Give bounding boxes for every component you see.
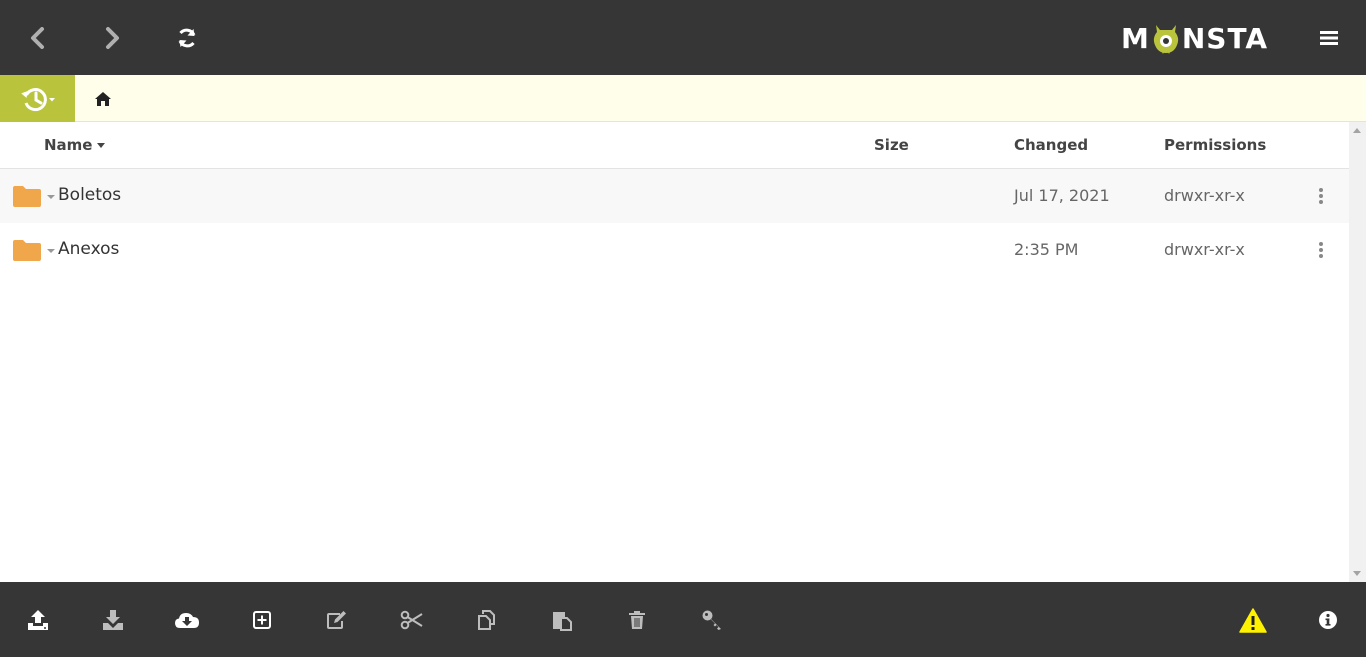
home-icon — [95, 92, 111, 106]
monsta-logo: M NSTA — [1121, 20, 1268, 56]
file-changed: Jul 17, 2021 — [1014, 186, 1110, 205]
chevron-right-icon — [106, 27, 119, 49]
refresh-icon — [178, 28, 196, 48]
scroll-up-arrow-icon[interactable] — [1353, 128, 1361, 133]
bottom-toolbar — [0, 582, 1366, 657]
folder-icon — [13, 186, 41, 207]
new-item-button[interactable] — [248, 606, 276, 634]
table-row[interactable]: Boletos Jul 17, 2021 drwxr-xr-x — [0, 169, 1349, 223]
kebab-dot — [1319, 194, 1323, 198]
folder-icon — [13, 240, 41, 261]
cut-icon — [400, 610, 423, 630]
paste-button[interactable] — [548, 606, 576, 634]
file-name[interactable]: Boletos — [58, 185, 121, 205]
column-header-name[interactable]: Name — [44, 136, 106, 154]
cloud-download-button[interactable] — [173, 606, 201, 634]
edit-icon — [327, 611, 346, 629]
copy-icon — [478, 610, 495, 630]
edit-button[interactable] — [323, 606, 351, 634]
column-header-changed[interactable]: Changed — [1014, 136, 1088, 154]
download-button[interactable] — [99, 606, 127, 634]
history-button[interactable] — [0, 75, 75, 122]
column-header-changed-label: Changed — [1014, 136, 1089, 154]
top-bar: M NSTA — [0, 0, 1366, 75]
expand-caret-icon[interactable] — [47, 249, 55, 253]
column-header-permissions-label: Permissions — [1164, 136, 1267, 154]
file-permissions: drwxr-xr-x — [1164, 240, 1245, 259]
copy-button[interactable] — [473, 606, 501, 634]
row-menu-button[interactable] — [1314, 240, 1328, 260]
warning-icon — [1239, 607, 1267, 633]
trash-icon — [629, 611, 645, 629]
kebab-dot — [1319, 200, 1323, 204]
delete-button[interactable] — [623, 606, 651, 634]
breadcrumb-bar — [0, 75, 1366, 122]
download-icon — [103, 610, 123, 630]
row-menu-button[interactable] — [1314, 186, 1328, 206]
home-button[interactable] — [92, 88, 114, 110]
column-header-size[interactable]: Size — [874, 136, 909, 154]
warning-button[interactable] — [1239, 606, 1267, 634]
history-icon — [20, 87, 55, 111]
expand-caret-icon[interactable] — [47, 195, 55, 199]
key-icon — [702, 610, 721, 630]
logo-text-right: NSTA — [1181, 21, 1269, 55]
sort-caret-icon — [97, 143, 106, 148]
forward-button[interactable] — [94, 20, 130, 56]
table-row[interactable]: Anexos 2:35 PM drwxr-xr-x — [0, 223, 1349, 277]
new-item-icon — [253, 611, 271, 629]
upload-button[interactable] — [24, 606, 52, 634]
kebab-dot — [1319, 242, 1323, 246]
hamburger-icon — [1320, 31, 1338, 45]
column-header-name-label: Name — [44, 136, 93, 154]
info-icon — [1319, 611, 1337, 629]
cloud-download-icon — [175, 613, 199, 628]
vertical-scrollbar[interactable] — [1349, 122, 1366, 582]
kebab-dot — [1319, 248, 1323, 252]
logo-monster-icon — [1151, 21, 1181, 55]
cut-button[interactable] — [398, 606, 426, 634]
column-header-permissions[interactable]: Permissions — [1164, 136, 1266, 154]
logo-text-left: M — [1121, 21, 1150, 55]
info-button[interactable] — [1314, 606, 1342, 634]
scroll-down-arrow-icon[interactable] — [1353, 571, 1361, 576]
column-header-size-label: Size — [874, 136, 909, 154]
chevron-left-icon — [31, 27, 44, 49]
file-list: Name Size Changed Permissions Boletos Ju… — [0, 122, 1349, 582]
upload-icon — [28, 610, 48, 630]
paste-icon — [553, 612, 572, 631]
refresh-button[interactable] — [169, 20, 205, 56]
file-permissions: drwxr-xr-x — [1164, 186, 1245, 205]
file-changed: 2:35 PM — [1014, 240, 1079, 259]
menu-button[interactable] — [1312, 22, 1346, 54]
file-list-header: Name Size Changed Permissions — [0, 122, 1349, 169]
permissions-button[interactable] — [698, 606, 726, 634]
file-name[interactable]: Anexos — [58, 239, 119, 259]
kebab-dot — [1319, 254, 1323, 258]
back-button[interactable] — [20, 20, 56, 56]
kebab-dot — [1319, 188, 1323, 192]
